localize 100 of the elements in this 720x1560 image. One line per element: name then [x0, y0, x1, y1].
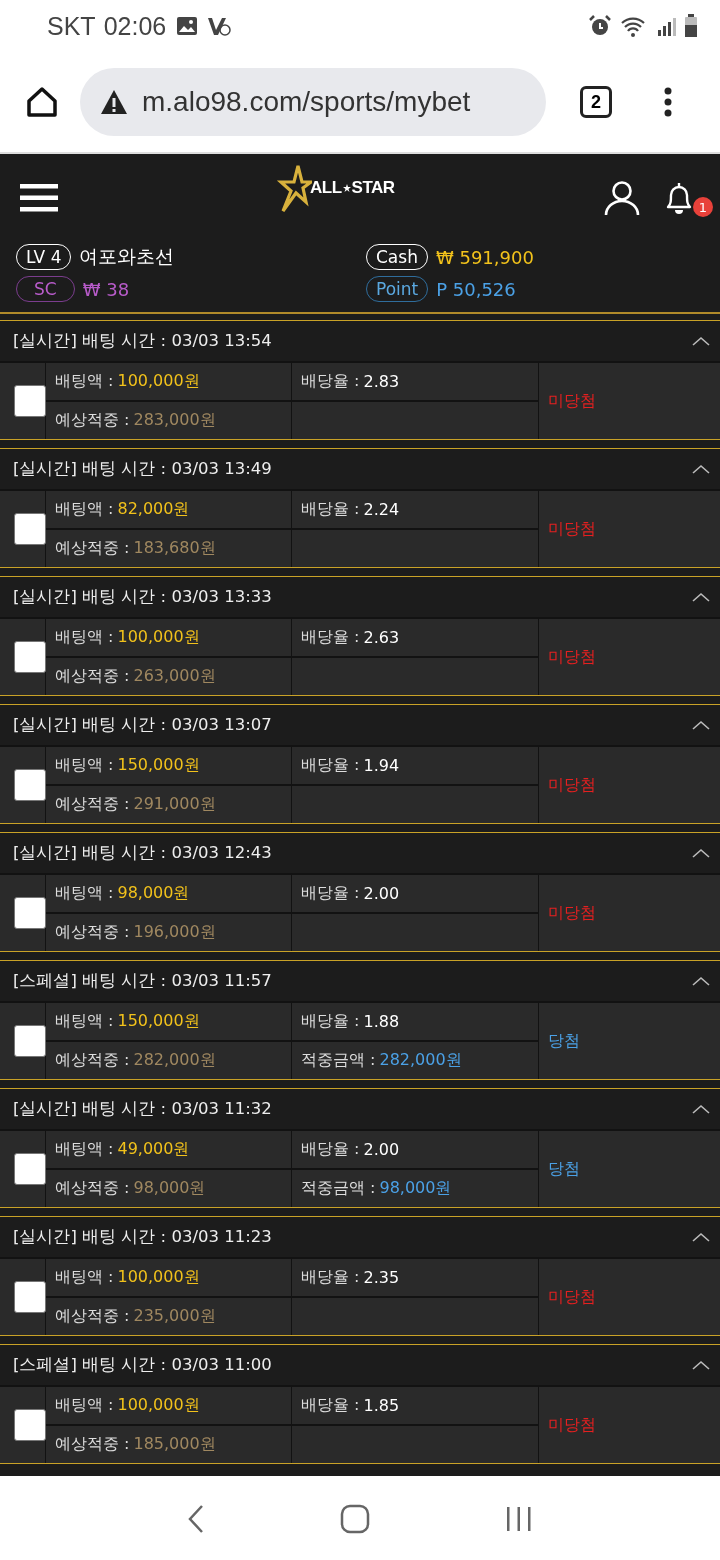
field-value: 150,000원 — [117, 755, 200, 776]
chevron-up-icon[interactable] — [692, 592, 710, 602]
back-icon[interactable] — [187, 1504, 206, 1534]
field-value: 1.85 — [363, 1396, 400, 1415]
user-icon[interactable] — [604, 180, 640, 216]
field-value: 98,000원 — [117, 883, 190, 904]
bet-title: [실시간] 배팅 시간 : 03/03 11:32 — [13, 1098, 272, 1120]
checkbox[interactable] — [14, 1409, 46, 1441]
field-label: 배당율 : — [301, 499, 360, 520]
field-value: 150,000원 — [117, 1011, 200, 1032]
field-label: 예상적중 : — [55, 666, 130, 687]
result-status: 당첨 — [548, 1158, 580, 1180]
chevron-up-icon[interactable] — [692, 464, 710, 474]
bet-title: [실시간] 배팅 시간 : 03/03 13:49 — [13, 458, 272, 480]
bet-title: [실시간] 배팅 시간 : 03/03 13:54 — [13, 330, 272, 352]
field-label: 배팅액 : — [55, 755, 114, 776]
result-status: 미당첨 — [548, 646, 596, 668]
checkbox[interactable] — [14, 641, 46, 673]
field-label: 예상적중 : — [55, 1050, 130, 1071]
field-value: 1.94 — [363, 756, 400, 775]
field-value: 100,000원 — [117, 627, 200, 648]
chevron-up-icon[interactable] — [692, 1104, 710, 1114]
field-value: 282,000원 — [133, 1050, 216, 1071]
field-label: 배당율 : — [301, 1011, 360, 1032]
bet-title: [스페셜] 배팅 시간 : 03/03 11:57 — [13, 970, 272, 992]
checkbox[interactable] — [14, 769, 46, 801]
chevron-up-icon[interactable] — [692, 720, 710, 730]
field-value: 185,000원 — [133, 1434, 216, 1455]
checkbox[interactable] — [14, 513, 46, 545]
field-value: 2.63 — [363, 628, 400, 647]
cash-amount: ₩ 591,900 — [435, 246, 534, 268]
field-value: 183,680원 — [133, 538, 216, 559]
field-value: 2.24 — [363, 500, 400, 519]
alarm-icon — [588, 14, 612, 38]
field-label: 배팅액 : — [55, 1139, 114, 1160]
field-value: 235,000원 — [133, 1306, 216, 1327]
carrier-name: SKT — [47, 11, 96, 41]
field-label: 적중금액 : — [301, 1178, 376, 1199]
field-label: 예상적중 : — [55, 1178, 130, 1199]
checkbox[interactable] — [14, 897, 46, 929]
field-value: 196,000원 — [133, 922, 216, 943]
bet-title: [실시간] 배팅 시간 : 03/03 11:23 — [13, 1226, 272, 1248]
address-bar[interactable]: m.alo98.com/sports/mybet — [80, 68, 546, 136]
field-value: 100,000원 — [117, 1267, 200, 1288]
field-label: 배당율 : — [301, 371, 360, 392]
chevron-up-icon[interactable] — [692, 336, 710, 346]
menu-icon[interactable] — [20, 183, 58, 213]
checkbox[interactable] — [14, 1153, 46, 1185]
bell-icon[interactable] — [666, 181, 692, 215]
field-value: 2.83 — [363, 372, 400, 391]
tab-count-button[interactable]: 2 — [580, 86, 612, 118]
chevron-up-icon[interactable] — [692, 1232, 710, 1242]
signal-icon — [656, 16, 676, 36]
field-label: 배팅액 : — [55, 627, 114, 648]
field-label: 배당율 : — [301, 1395, 360, 1416]
result-status: 미당첨 — [548, 1286, 596, 1308]
bet-title: [실시간] 배팅 시간 : 03/03 13:33 — [13, 586, 272, 608]
field-label: 배당율 : — [301, 883, 360, 904]
logo[interactable]: ALL STAR — [272, 164, 395, 212]
field-label: 배팅액 : — [55, 499, 114, 520]
battery-icon — [684, 14, 698, 38]
field-label: 배팅액 : — [55, 371, 114, 392]
field-label: 예상적중 : — [55, 922, 130, 943]
bet-title: [스페셜] 배팅 시간 : 03/03 11:00 — [13, 1354, 272, 1376]
bet-title: [실시간] 배팅 시간 : 03/03 12:43 — [13, 842, 272, 864]
star-icon — [342, 184, 351, 192]
field-value: 263,000원 — [133, 666, 216, 687]
chevron-up-icon[interactable] — [692, 1360, 710, 1370]
notification-badge: 1 — [693, 197, 713, 217]
chevron-up-icon[interactable] — [692, 848, 710, 858]
chevron-up-icon[interactable] — [692, 976, 710, 986]
field-label: 배당율 : — [301, 627, 360, 648]
field-label: 예상적중 : — [55, 794, 130, 815]
field-label: 배팅액 : — [55, 883, 114, 904]
result-status: 미당첨 — [548, 774, 596, 796]
field-value: 283,000원 — [133, 410, 216, 431]
field-value: 49,000원 — [117, 1139, 190, 1160]
clock-time: 02:06 — [103, 11, 167, 41]
checkbox[interactable] — [14, 1281, 46, 1313]
result-status: 미당첨 — [548, 518, 596, 540]
field-value: 291,000원 — [133, 794, 216, 815]
logo-text: ALL — [310, 178, 342, 198]
field-label: 배당율 : — [301, 1267, 360, 1288]
warning-icon — [100, 89, 128, 115]
checkbox[interactable] — [14, 385, 46, 417]
more-icon[interactable] — [664, 87, 672, 117]
point-amount: P 50,526 — [436, 278, 516, 300]
field-label: 예상적중 : — [55, 1434, 130, 1455]
field-value: 82,000원 — [117, 499, 190, 520]
bet-title: [실시간] 배팅 시간 : 03/03 13:07 — [13, 714, 272, 736]
field-value: 2.00 — [363, 884, 400, 903]
field-value: 98,000원 — [133, 1178, 206, 1199]
home-icon[interactable] — [24, 84, 60, 120]
logo-text: STAR — [351, 178, 395, 198]
field-value: 282,000원 — [379, 1050, 462, 1071]
url-text: m.alo98.com/sports/mybet — [142, 86, 471, 118]
result-status: 당첨 — [548, 1030, 580, 1052]
recent-apps-icon[interactable] — [504, 1505, 533, 1533]
checkbox[interactable] — [14, 1025, 46, 1057]
field-label: 예상적중 : — [55, 1306, 130, 1327]
